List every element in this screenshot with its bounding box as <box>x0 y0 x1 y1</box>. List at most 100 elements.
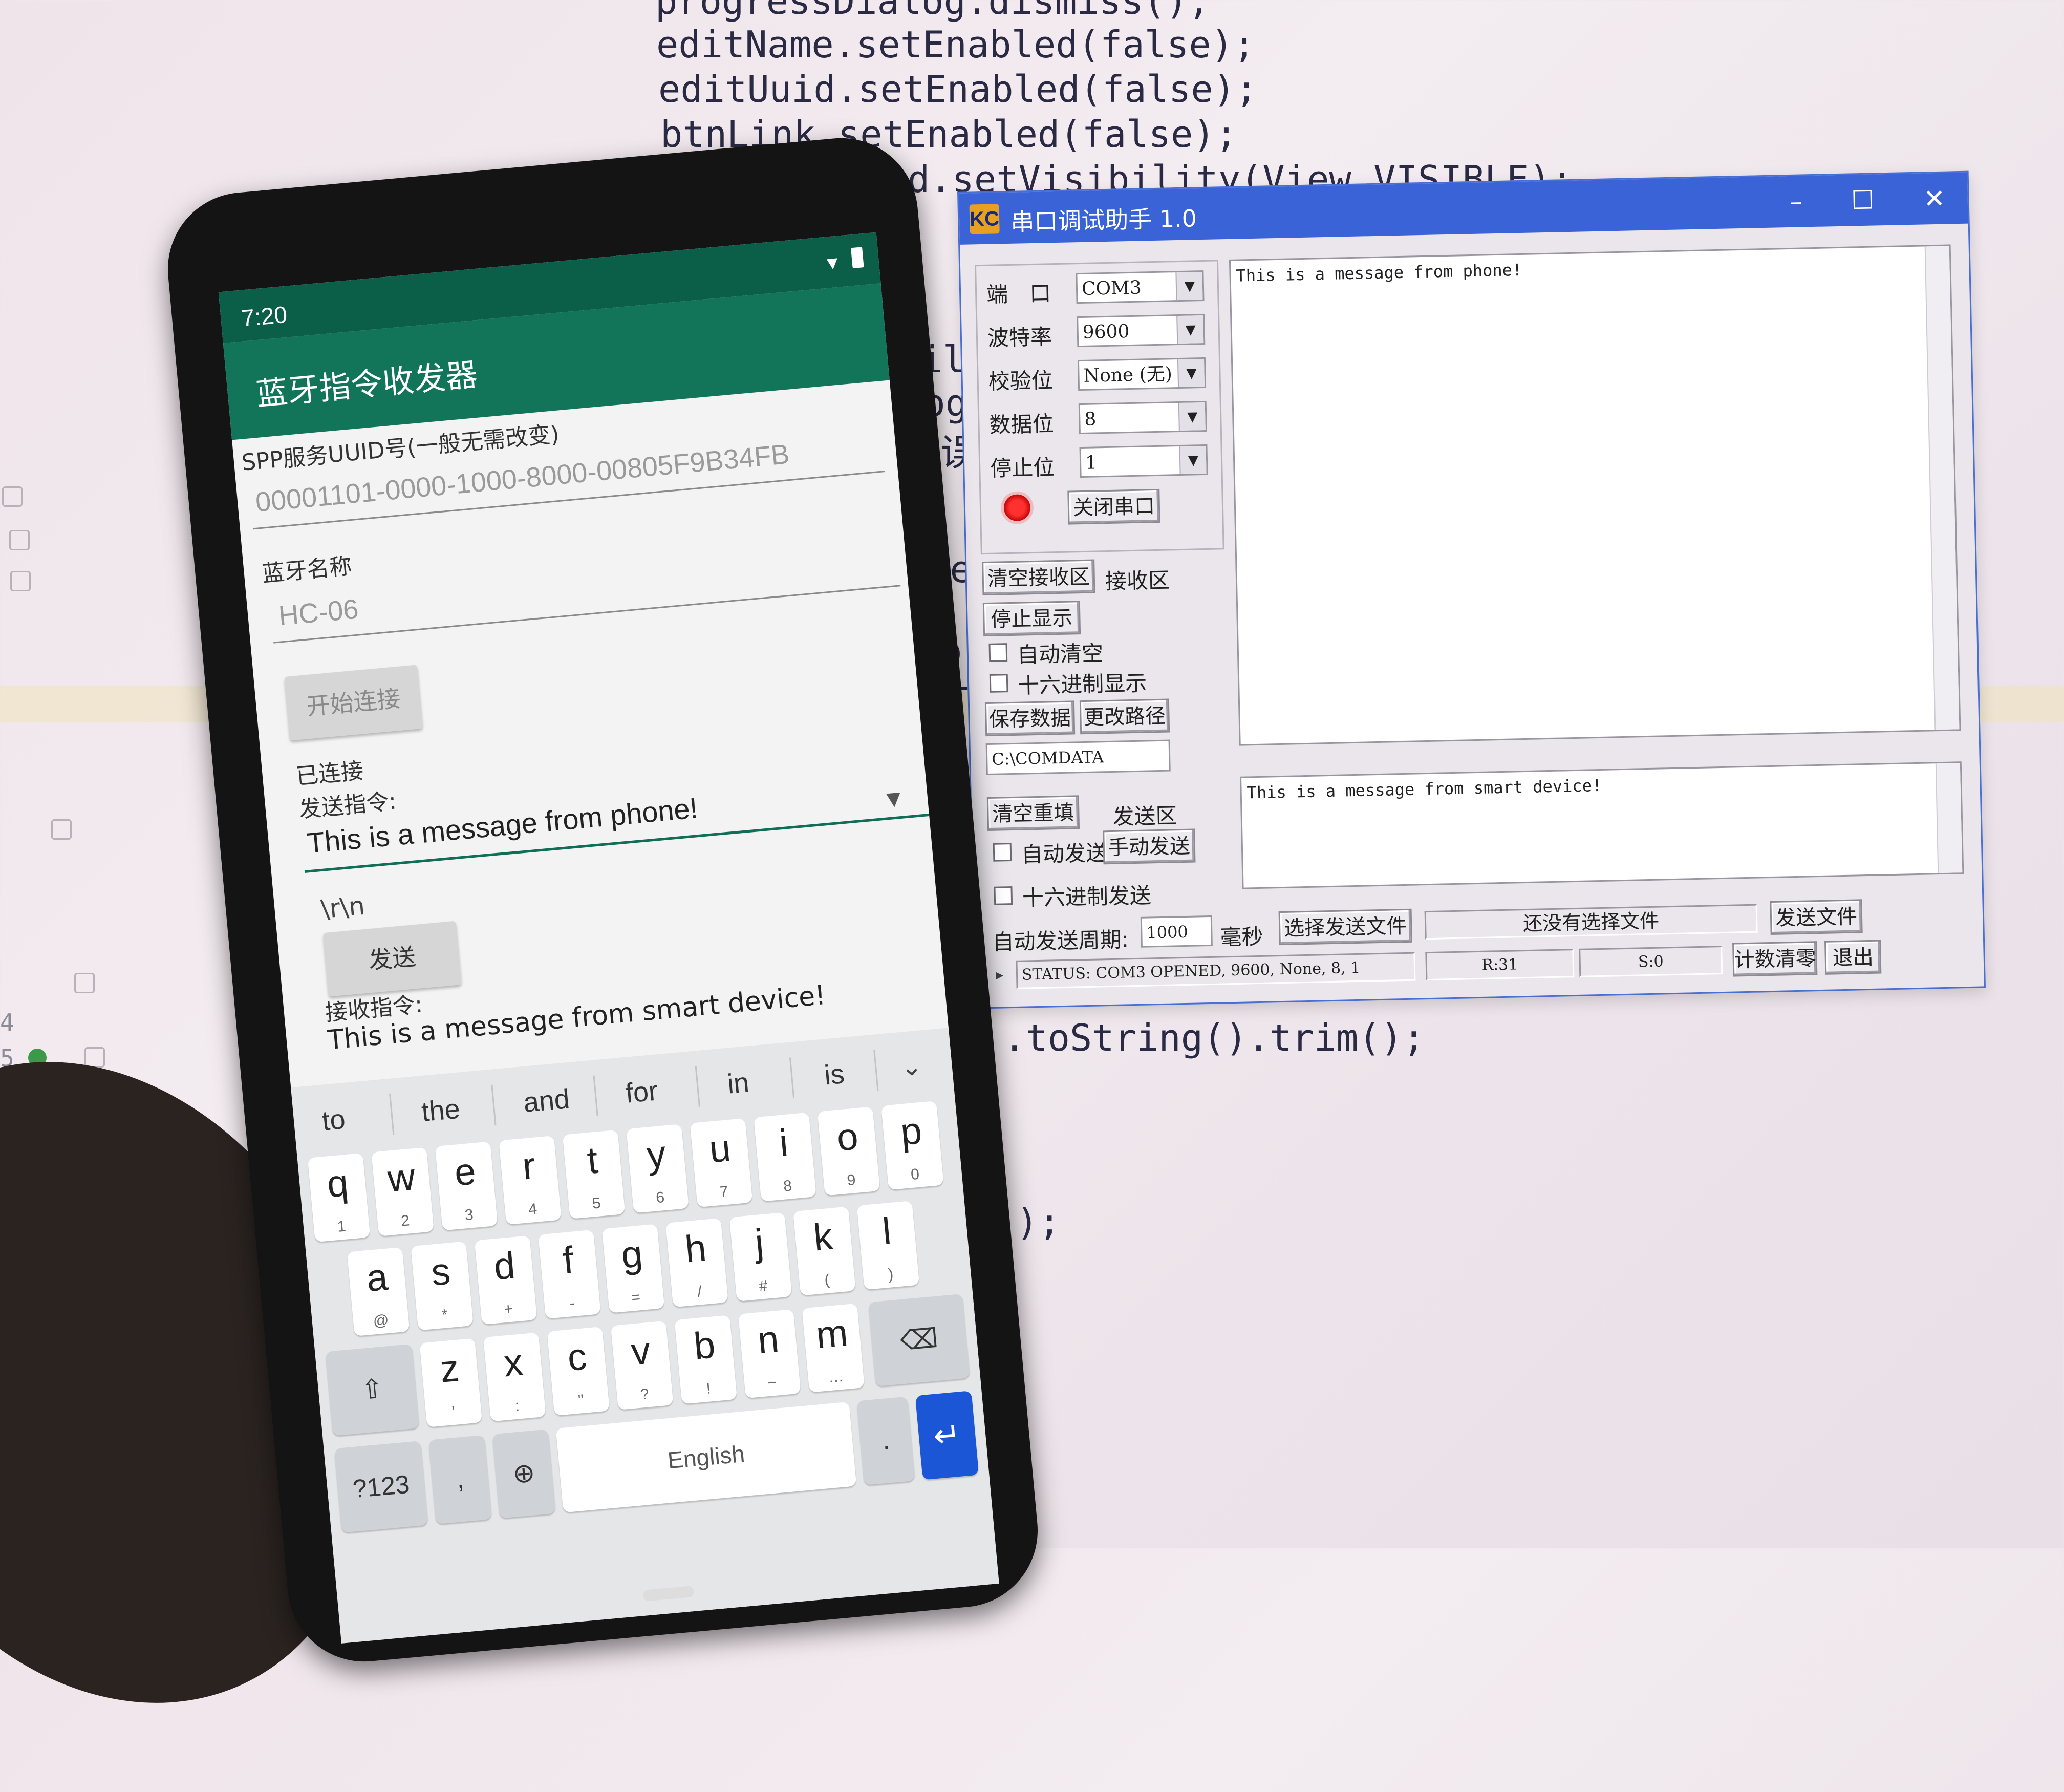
shift-key[interactable]: ⇧ <box>325 1343 420 1436</box>
key-i[interactable]: i8 <box>754 1112 816 1202</box>
key-l[interactable]: l) <box>856 1201 920 1290</box>
baud-select[interactable]: 9600 ▼ <box>1077 313 1206 348</box>
databits-select[interactable]: 8 ▼ <box>1078 400 1207 435</box>
receive-textarea[interactable]: This is a message from phone! <box>1229 244 1961 746</box>
exit-button[interactable]: 退出 <box>1824 940 1882 975</box>
key-b[interactable]: b! <box>674 1315 737 1404</box>
key-v[interactable]: v? <box>610 1320 674 1410</box>
key-m[interactable]: m… <box>802 1303 865 1393</box>
comma-key[interactable]: , <box>428 1435 492 1525</box>
key-r[interactable]: r4 <box>499 1136 562 1225</box>
clear-resend-button[interactable]: 清空重填 <box>986 795 1080 831</box>
code-line: progressDialog.dismiss(); <box>655 0 1210 23</box>
code-line: editUuid.setEnabled(false); <box>658 68 1258 111</box>
backspace-key[interactable]: ⌫ <box>868 1293 971 1387</box>
key-q[interactable]: q1 <box>307 1153 371 1243</box>
change-path-button[interactable]: 更改路径 <box>1079 698 1170 735</box>
send-button[interactable]: 发送 <box>323 921 462 997</box>
name-input[interactable]: HC-06 <box>277 593 360 632</box>
close-port-button[interactable]: 关闭串口 <box>1067 488 1160 525</box>
chevron-down-icon[interactable]: ▼ <box>1178 402 1206 431</box>
key-f[interactable]: f- <box>538 1229 601 1319</box>
suggestion[interactable]: to <box>321 1103 347 1137</box>
suggestion[interactable]: is <box>823 1058 846 1091</box>
line-ending-value[interactable]: \r\n <box>319 891 366 925</box>
send-file-button[interactable]: 发送文件 <box>1770 899 1863 935</box>
chevron-down-icon[interactable]: ▼ <box>1175 272 1203 301</box>
globe-icon: ⊕ <box>511 1458 536 1489</box>
fold-icon[interactable] <box>10 571 31 591</box>
key-w[interactable]: w2 <box>371 1147 434 1236</box>
minimize-button[interactable]: – <box>1773 183 1819 220</box>
key-s[interactable]: s * <box>411 1241 474 1331</box>
key-z[interactable]: z ' <box>419 1338 483 1427</box>
hex-send-checkbox[interactable] <box>994 886 1013 905</box>
send-scrollbar[interactable] <box>1935 763 1963 873</box>
key-h[interactable]: h / <box>665 1218 728 1308</box>
chevron-down-icon[interactable]: ▼ <box>1177 358 1205 388</box>
stopbits-select[interactable]: 1 ▼ <box>1079 444 1208 478</box>
expand-icon[interactable] <box>84 1047 105 1068</box>
maximize-button[interactable]: ☐ <box>1839 182 1886 219</box>
port-select[interactable]: COM3 ▼ <box>1076 270 1205 304</box>
wifi-icon: ▾ <box>826 249 839 275</box>
fold-icon[interactable] <box>74 973 95 993</box>
period-key[interactable]: . <box>856 1396 915 1485</box>
key-j[interactable]: j # <box>729 1212 792 1302</box>
receive-area-label: 接收区 <box>1105 567 1170 594</box>
hex-display-checkbox[interactable] <box>989 674 1008 693</box>
suggestion[interactable]: for <box>624 1075 659 1109</box>
suggestion[interactable]: and <box>522 1083 571 1119</box>
receive-scrollbar[interactable] <box>1924 246 1960 730</box>
parity-select[interactable]: None (无) ▼ <box>1077 357 1207 391</box>
fold-icon[interactable] <box>9 530 30 550</box>
key-t[interactable]: t5 <box>562 1129 626 1219</box>
key-p[interactable]: p0 <box>881 1101 944 1190</box>
line-ending-dropdown-icon[interactable]: ▼ <box>886 788 901 810</box>
send-count: S:0 <box>1579 946 1723 977</box>
chevron-down-icon[interactable]: ▼ <box>1176 315 1204 344</box>
auto-send-period-input[interactable]: 1000 <box>1140 915 1213 948</box>
fold-icon[interactable] <box>51 819 72 840</box>
choose-file-button[interactable]: 选择发送文件 <box>1278 908 1412 946</box>
space-key[interactable]: English <box>555 1401 857 1513</box>
manual-send-button[interactable]: 手动发送 <box>1103 828 1196 865</box>
auto-send-checkbox[interactable] <box>993 843 1012 862</box>
collapse-suggestions-icon[interactable]: ⌄ <box>899 1051 923 1082</box>
enter-icon: ↵ <box>932 1415 962 1455</box>
key-g[interactable]: g = <box>601 1224 665 1313</box>
suggestion[interactable]: the <box>420 1093 461 1128</box>
auto-clear-checkbox[interactable] <box>988 643 1008 662</box>
send-text: This is a message from smart device! <box>1246 775 1602 803</box>
language-key[interactable]: ⊕ <box>492 1429 556 1519</box>
suggestion[interactable]: in <box>726 1066 750 1100</box>
key-k[interactable]: k( <box>793 1206 856 1296</box>
code-line: ); <box>1016 1201 1061 1244</box>
key-e[interactable]: e3 <box>435 1141 498 1231</box>
auto-clear-label: 自动清空 <box>1017 641 1104 668</box>
suggestion-divider <box>389 1094 395 1135</box>
enter-key[interactable]: ↵ <box>915 1391 979 1480</box>
key-o[interactable]: o9 <box>817 1106 880 1196</box>
close-button[interactable]: ✕ <box>1911 180 1958 217</box>
key-d[interactable]: d + <box>474 1235 538 1325</box>
reset-count-button[interactable]: 计数清零 <box>1732 941 1818 977</box>
save-path-field[interactable]: C:\COMDATA <box>985 739 1171 776</box>
key-n[interactable]: n ~ <box>738 1309 801 1399</box>
hex-send-label: 十六进制发送 <box>1022 883 1152 911</box>
stop-display-button[interactable]: 停止显示 <box>982 601 1081 637</box>
key-a[interactable]: a @ <box>347 1247 410 1336</box>
fold-icon[interactable] <box>2 486 23 507</box>
key-y[interactable]: y6 <box>626 1124 689 1213</box>
save-data-button[interactable]: 保存数据 <box>984 700 1076 737</box>
key-u[interactable]: u7 <box>690 1118 753 1208</box>
clear-receive-button[interactable]: 清空接收区 <box>982 559 1095 596</box>
key-c[interactable]: c " <box>547 1327 610 1416</box>
suggestion-divider <box>593 1075 598 1117</box>
connect-button[interactable]: 开始连接 <box>284 665 423 741</box>
chevron-down-icon[interactable]: ▼ <box>1179 445 1207 475</box>
symbols-key[interactable]: ?123 <box>334 1441 428 1533</box>
app-title: 蓝牙指令收发器 <box>254 355 479 413</box>
send-textarea[interactable]: This is a message from smart device! <box>1240 761 1964 889</box>
key-x[interactable]: x: <box>483 1332 546 1422</box>
